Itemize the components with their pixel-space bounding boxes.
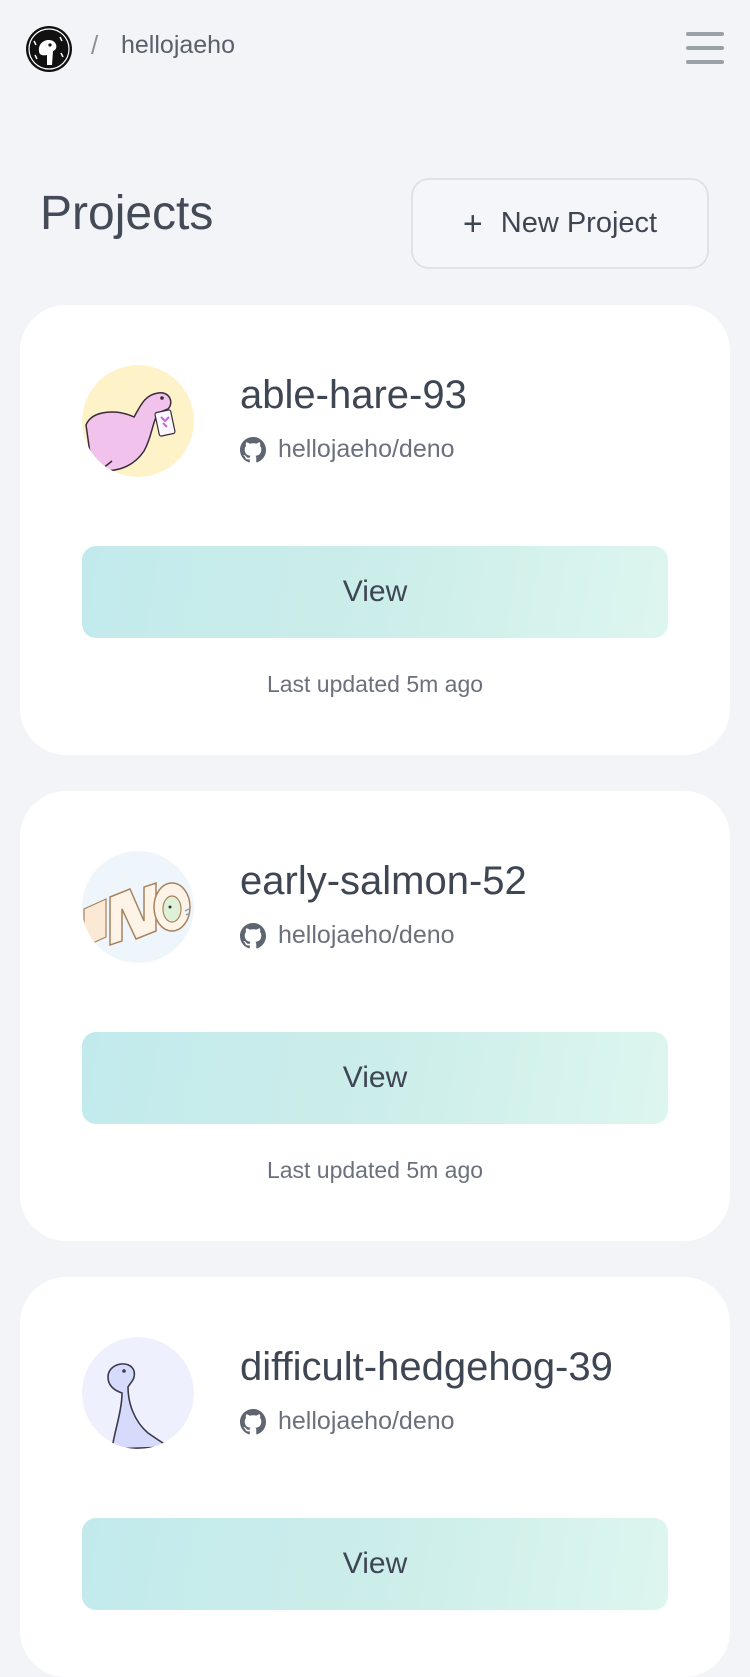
project-card: able-hare-93 hellojaeho/deno View Last u… (20, 305, 730, 755)
project-avatar[interactable] (82, 851, 194, 963)
github-icon (240, 1408, 266, 1434)
hamburger-menu-icon[interactable] (686, 32, 724, 64)
project-name[interactable]: early-salmon-52 (240, 859, 527, 904)
repo-name: hellojaeho/deno (278, 1407, 455, 1435)
project-avatar[interactable] (82, 1337, 194, 1449)
plus-icon: + (462, 204, 483, 243)
view-button[interactable]: View (82, 546, 668, 638)
view-button[interactable]: View (82, 1032, 668, 1124)
project-name[interactable]: able-hare-93 (240, 373, 467, 418)
github-icon (240, 922, 266, 948)
project-card: early-salmon-52 hellojaeho/deno View Las… (20, 791, 730, 1241)
github-icon (240, 436, 266, 462)
last-updated-text: Last updated 5m ago (266, 1157, 484, 1183)
last-updated-text: Last updated 5m ago (266, 671, 484, 697)
project-name[interactable]: difficult-hedgehog-39 (240, 1345, 613, 1390)
new-project-label: New Project (500, 207, 658, 239)
top-bar: / hellojaeho (0, 0, 750, 96)
repo-link[interactable]: hellojaeho/deno (240, 435, 455, 464)
repo-link[interactable]: hellojaeho/deno (240, 921, 455, 950)
repo-link[interactable]: hellojaeho/deno (240, 1407, 455, 1436)
new-project-button[interactable]: + New Project (411, 178, 709, 269)
repo-name: hellojaeho/deno (278, 435, 455, 463)
project-avatar[interactable] (82, 365, 194, 477)
breadcrumb-separator: / (91, 30, 99, 60)
page-title: Projects (40, 187, 214, 240)
view-button[interactable]: View (82, 1518, 668, 1610)
repo-name: hellojaeho/deno (278, 921, 455, 949)
deno-logo-icon[interactable] (25, 25, 73, 73)
project-card: difficult-hedgehog-39 hellojaeho/deno Vi… (20, 1277, 730, 1677)
breadcrumb-user-link[interactable]: hellojaeho (121, 31, 235, 60)
